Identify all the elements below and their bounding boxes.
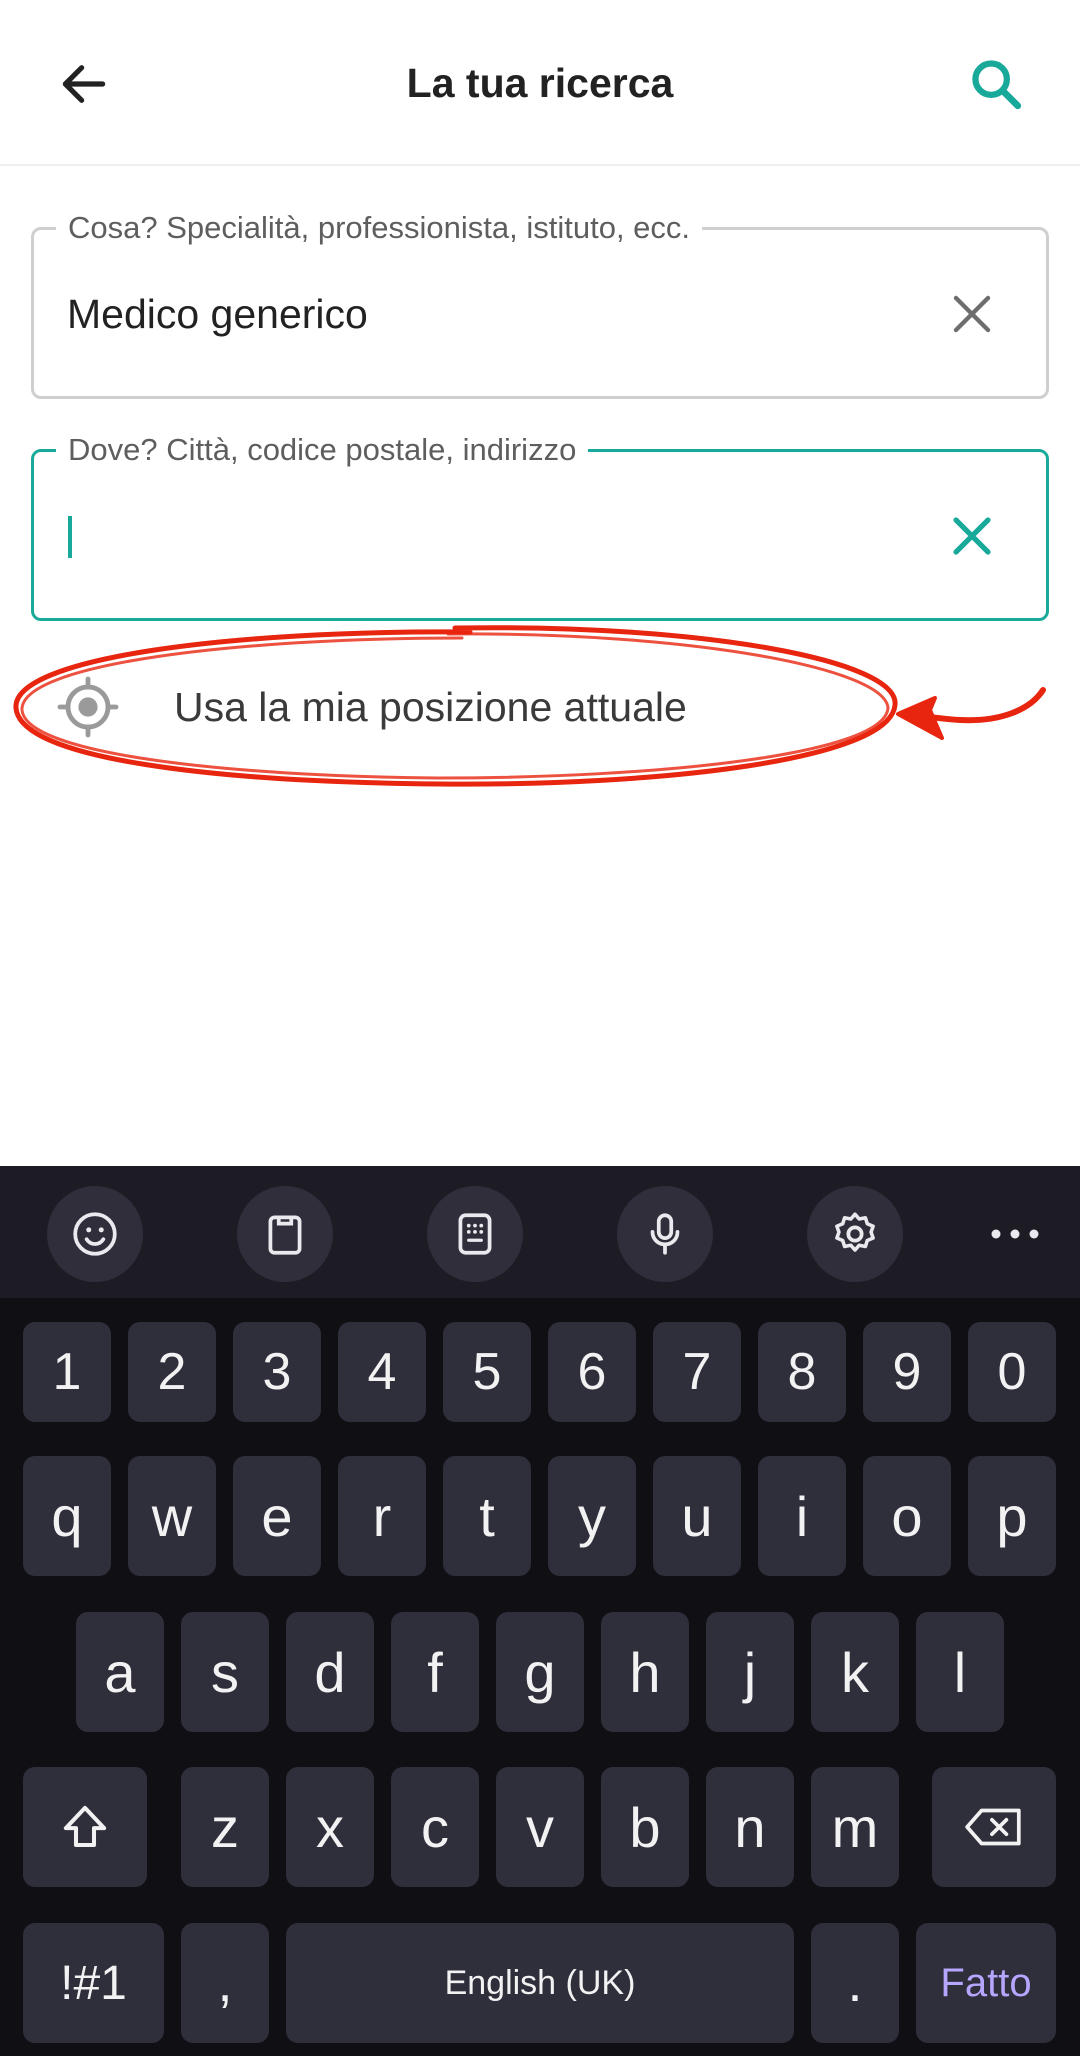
comma-key[interactable]: , xyxy=(181,1923,269,2043)
close-icon xyxy=(953,517,991,555)
key-0[interactable]: 0 xyxy=(968,1322,1056,1422)
key-h[interactable]: h xyxy=(601,1612,689,1732)
space-key[interactable]: English (UK) xyxy=(286,1923,794,2043)
key-3[interactable]: 3 xyxy=(233,1322,321,1422)
key-a[interactable]: a xyxy=(76,1612,164,1732)
where-clear-button[interactable] xyxy=(928,492,1016,580)
search-icon xyxy=(972,60,1022,110)
microphone-button[interactable] xyxy=(617,1186,713,1282)
microphone-icon xyxy=(650,1213,680,1255)
arrow-left-icon xyxy=(62,65,106,103)
more-options-button[interactable] xyxy=(967,1186,1063,1282)
clipboard-icon xyxy=(268,1215,302,1255)
key-5[interactable]: 5 xyxy=(443,1322,531,1422)
key-6[interactable]: 6 xyxy=(548,1322,636,1422)
backspace-key[interactable] xyxy=(932,1767,1056,1887)
app-header: La tua ricerca xyxy=(0,0,1080,166)
key-o[interactable]: o xyxy=(863,1456,951,1576)
what-field-label: Cosa? Specialità, professionista, istitu… xyxy=(56,210,703,246)
shift-key[interactable] xyxy=(23,1767,147,1887)
key-q[interactable]: q xyxy=(23,1456,111,1576)
what-field-value: Medico generico xyxy=(67,291,368,337)
key-9[interactable]: 9 xyxy=(863,1322,951,1422)
emoji-icon xyxy=(73,1212,117,1256)
key-t[interactable]: t xyxy=(443,1456,531,1576)
key-1[interactable]: 1 xyxy=(23,1322,111,1422)
key-v[interactable]: v xyxy=(496,1767,584,1887)
keyboard-layout-icon xyxy=(458,1213,492,1255)
what-clear-button[interactable] xyxy=(928,270,1016,358)
settings-icon xyxy=(835,1212,875,1252)
key-4[interactable]: 4 xyxy=(338,1322,426,1422)
more-icon xyxy=(991,1229,1039,1239)
key-2[interactable]: 2 xyxy=(128,1322,216,1422)
key-w[interactable]: w xyxy=(128,1456,216,1576)
key-u[interactable]: u xyxy=(653,1456,741,1576)
where-field[interactable]: Dove? Città, codice postale, indirizzo xyxy=(31,432,1049,621)
key-n[interactable]: n xyxy=(706,1767,794,1887)
key-j[interactable]: j xyxy=(706,1612,794,1732)
key-c[interactable]: c xyxy=(391,1767,479,1887)
emoji-button[interactable] xyxy=(47,1186,143,1282)
done-key[interactable]: Fatto xyxy=(916,1923,1056,2043)
key-b[interactable]: b xyxy=(601,1767,689,1887)
what-field[interactable]: Cosa? Specialità, professionista, istitu… xyxy=(31,210,1049,399)
key-z[interactable]: z xyxy=(181,1767,269,1887)
page-title: La tua ricerca xyxy=(406,60,674,106)
use-current-location-label: Usa la mia posizione attuale xyxy=(174,684,687,730)
use-current-location-option[interactable]: Usa la mia posizione attuale xyxy=(0,655,1080,755)
keyboard-layout-button[interactable] xyxy=(427,1186,523,1282)
close-icon xyxy=(953,295,991,333)
clipboard-button[interactable] xyxy=(237,1186,333,1282)
key-m[interactable]: m xyxy=(811,1767,899,1887)
key-s[interactable]: s xyxy=(181,1612,269,1732)
key-i[interactable]: i xyxy=(758,1456,846,1576)
settings-button[interactable] xyxy=(807,1186,903,1282)
keyboard-toolbar xyxy=(0,1166,1080,1298)
key-k[interactable]: k xyxy=(811,1612,899,1732)
where-field-label: Dove? Città, codice postale, indirizzo xyxy=(56,432,589,468)
gps-target-icon xyxy=(57,676,119,738)
key-f[interactable]: f xyxy=(391,1612,479,1732)
back-button[interactable] xyxy=(42,42,126,126)
key-g[interactable]: g xyxy=(496,1612,584,1732)
key-7[interactable]: 7 xyxy=(653,1322,741,1422)
key-d[interactable]: d xyxy=(286,1612,374,1732)
key-p[interactable]: p xyxy=(968,1456,1056,1576)
search-button[interactable] xyxy=(954,42,1038,126)
key-r[interactable]: r xyxy=(338,1456,426,1576)
key-x[interactable]: x xyxy=(286,1767,374,1887)
key-e[interactable]: e xyxy=(233,1456,321,1576)
period-key[interactable]: . xyxy=(811,1923,899,2043)
symbols-key[interactable]: !#1 xyxy=(23,1923,164,2043)
shift-icon xyxy=(63,1805,107,1848)
key-8[interactable]: 8 xyxy=(758,1322,846,1422)
key-y[interactable]: y xyxy=(548,1456,636,1576)
backspace-icon xyxy=(965,1808,1021,1846)
text-cursor xyxy=(68,516,72,558)
on-screen-keyboard: 1 2 3 4 5 6 7 8 9 0 q w e r t y u i o p … xyxy=(0,1166,1080,2056)
key-l[interactable]: l xyxy=(916,1612,1004,1732)
search-screen: La tua ricerca Cosa? Specialità, profess… xyxy=(0,0,1080,1166)
